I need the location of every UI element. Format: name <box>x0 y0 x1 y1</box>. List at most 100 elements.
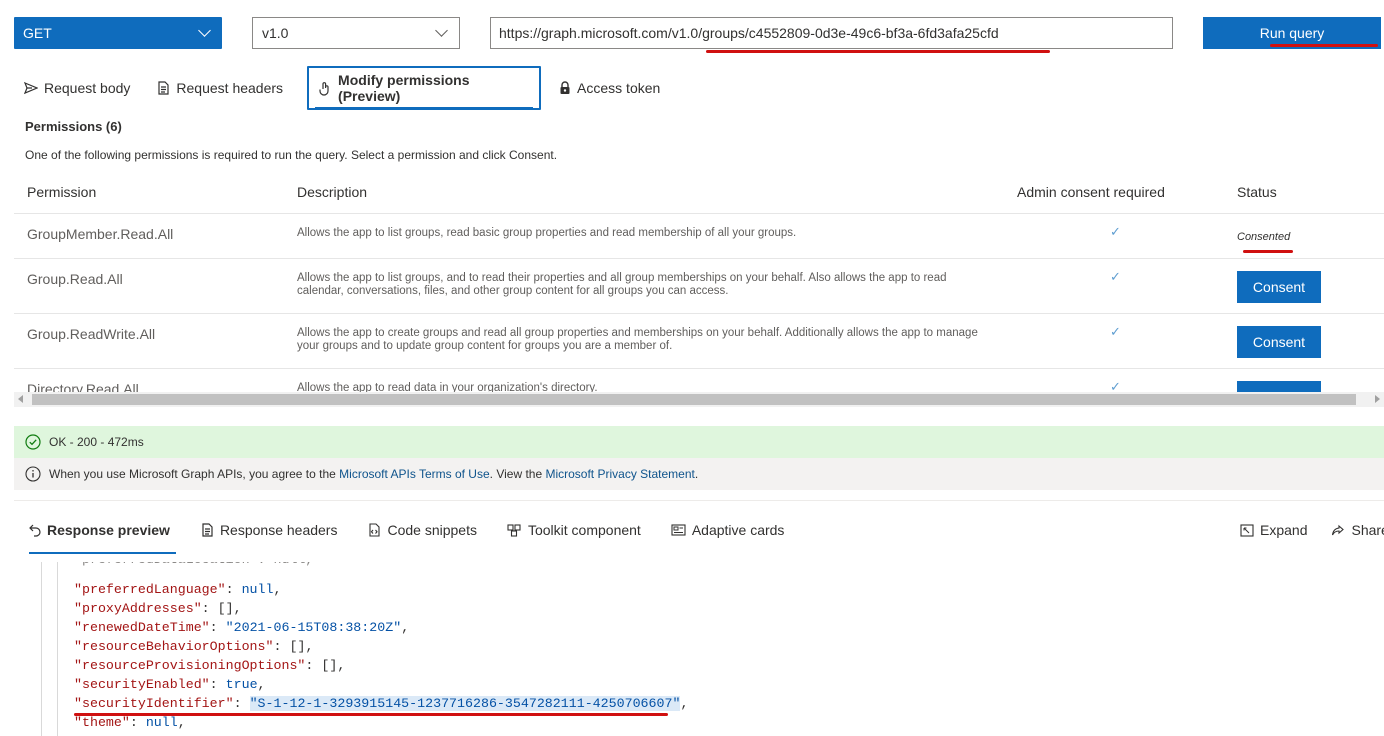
consent-button[interactable]: Consent <box>1237 381 1321 392</box>
tab-label: Code snippets <box>387 522 477 538</box>
json-line: "theme": null, <box>74 715 186 730</box>
terms-of-use-link[interactable]: Microsoft APIs Terms of Use <box>339 467 490 481</box>
partially-visible-line: "preferredDataLocation": null, <box>74 562 313 567</box>
json-sep: : <box>305 658 322 673</box>
toolkit-icon <box>507 523 521 537</box>
json-end: , <box>680 696 689 711</box>
table-row: Directory.Read.All Allows the app to rea… <box>14 368 1384 392</box>
notice-middle: . View the <box>489 467 546 481</box>
query-url-input[interactable]: https://graph.microsoft.com/v1.0/groups/… <box>490 17 1173 49</box>
chevron-down-icon <box>435 24 448 37</box>
status-bar-success: OK - 200 - 472ms <box>14 426 1384 458</box>
version-select[interactable]: v1.0 <box>252 17 460 49</box>
tab-access-token[interactable]: Access token <box>549 66 670 110</box>
permission-description: Allows the app to read data in your orga… <box>297 382 598 392</box>
scroll-right-icon[interactable] <box>1375 395 1380 403</box>
json-end: , <box>337 658 346 673</box>
share-button[interactable]: Share <box>1331 522 1384 538</box>
column-header-admin-consent: Admin consent required <box>1017 184 1165 200</box>
json-key: "proxyAddresses" <box>74 601 202 616</box>
json-sep: : <box>201 601 218 616</box>
annotation-underline <box>1243 250 1293 253</box>
tab-code-snippets[interactable]: Code snippets <box>352 510 492 550</box>
permissions-instructions: One of the following permissions is requ… <box>25 148 558 162</box>
json-key: "securityIdentifier" <box>74 696 234 711</box>
json-sep: : <box>209 620 226 635</box>
tab-request-body[interactable]: Request body <box>14 66 140 110</box>
query-url-value: https://graph.microsoft.com/v1.0/groups/… <box>499 25 999 41</box>
json-value: [] <box>217 601 234 616</box>
json-value: true <box>225 677 258 692</box>
json-end: , <box>233 601 242 616</box>
share-label: Share <box>1351 522 1384 538</box>
tab-label: Toolkit component <box>527 522 641 538</box>
send-icon <box>24 81 38 95</box>
lock-icon <box>560 81 570 94</box>
json-sep: : <box>233 696 250 711</box>
column-header-status: Status <box>1237 184 1277 200</box>
chevron-down-icon <box>198 24 211 37</box>
json-end: , <box>177 715 186 730</box>
permission-name: Group.ReadWrite.All <box>27 326 156 342</box>
json-key: "preferredLanguage" <box>74 582 226 597</box>
json-line: "preferredLanguage": null, <box>74 582 281 597</box>
preview-icon <box>29 524 41 537</box>
json-key: "theme" <box>74 715 130 730</box>
annotation-underline <box>706 50 1050 53</box>
check-icon: ✓ <box>1110 379 1121 392</box>
json-line: "securityIdentifier": "S-1-12-1-32939151… <box>74 696 688 711</box>
card-icon <box>671 524 686 536</box>
json-end: , <box>401 620 410 635</box>
check-circle-icon <box>25 434 41 450</box>
scroll-left-icon[interactable] <box>18 395 23 403</box>
consent-button[interactable]: Consent <box>1237 326 1321 358</box>
tab-label: Response headers <box>219 522 338 538</box>
json-line: "resourceBehaviorOptions": [], <box>74 639 313 654</box>
tab-request-headers[interactable]: Request headers <box>146 66 293 110</box>
json-sep: : <box>209 677 226 692</box>
method-select[interactable]: GET <box>14 17 222 49</box>
privacy-statement-link[interactable]: Microsoft Privacy Statement <box>545 467 694 481</box>
json-line: "renewedDateTime": "2021-06-15T08:38:20Z… <box>74 620 409 635</box>
annotation-underline <box>1270 44 1378 47</box>
json-end: , <box>257 677 266 692</box>
response-json-viewer[interactable]: "preferredDataLocation": null, "preferre… <box>14 562 1384 736</box>
tab-label: Request body <box>44 80 131 96</box>
permission-icon <box>319 81 329 96</box>
json-key: "resourceProvisioningOptions" <box>74 658 306 673</box>
consent-button[interactable]: Consent <box>1237 271 1321 303</box>
tab-label: Request headers <box>176 80 284 96</box>
permission-description: Allows the app to create groups and read… <box>297 327 978 352</box>
indent-guide <box>57 562 58 736</box>
tab-label: Adaptive cards <box>691 522 785 538</box>
json-sep: : <box>225 582 242 597</box>
document-icon <box>202 523 213 537</box>
json-key: "renewedDateTime" <box>74 620 210 635</box>
table-row: GroupMember.Read.All Allows the app to l… <box>14 213 1384 258</box>
info-icon <box>25 466 41 482</box>
tab-response-headers[interactable]: Response headers <box>185 510 353 550</box>
annotation-underline <box>74 713 668 716</box>
column-header-description: Description <box>297 184 368 200</box>
version-value: v1.0 <box>262 25 289 41</box>
column-header-permission: Permission <box>27 184 97 200</box>
json-value: null <box>145 715 178 730</box>
permission-name: GroupMember.Read.All <box>27 226 174 242</box>
tab-response-preview[interactable]: Response preview <box>14 510 185 554</box>
expand-button[interactable]: Expand <box>1240 522 1307 538</box>
horizontal-scrollbar[interactable] <box>14 392 1384 407</box>
permission-name: Directory.Read.All <box>27 381 139 392</box>
tab-modify-permissions[interactable]: Modify permissions (Preview) <box>307 66 542 110</box>
check-icon: ✓ <box>1110 224 1121 239</box>
scrollbar-thumb[interactable] <box>32 394 1356 405</box>
json-value: [] <box>321 658 338 673</box>
indent-guide <box>41 562 42 736</box>
permissions-title: Permissions (6) <box>25 119 122 134</box>
run-query-label: Run query <box>1259 25 1325 41</box>
tab-toolkit-component[interactable]: Toolkit component <box>492 510 656 550</box>
tab-label: Modify permissions (Preview) <box>338 72 470 104</box>
json-key: "securityEnabled" <box>74 677 210 692</box>
expand-icon <box>1240 523 1254 537</box>
tab-adaptive-cards[interactable]: Adaptive cards <box>656 510 800 550</box>
json-line: "proxyAddresses": [], <box>74 601 242 616</box>
